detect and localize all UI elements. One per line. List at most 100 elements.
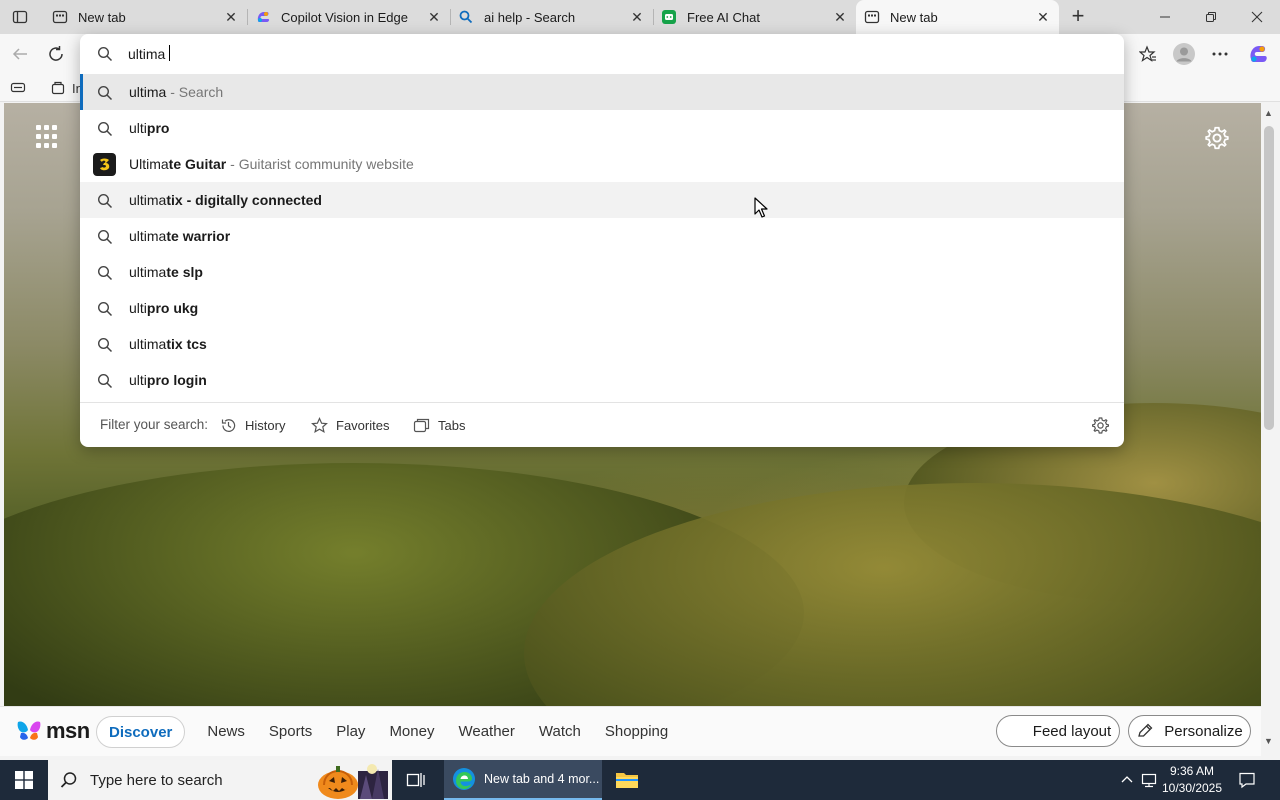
msn-butterfly-icon [17,721,41,740]
close-icon[interactable]: ✕ [221,7,241,27]
tab-4[interactable]: Free AI Chat ✕ [653,0,856,34]
back-button[interactable] [6,40,34,68]
tab-1[interactable]: New tab ✕ [44,0,247,34]
search-filter-row: Filter your search: History Favorites Ta… [80,402,1124,447]
suggestion-item[interactable]: ultima - Search [80,74,1124,110]
scrollbar-thumb[interactable] [1264,126,1274,430]
copilot-button[interactable] [1244,40,1272,68]
taskbar-edge-button[interactable]: New tab and 4 mor... [444,760,602,800]
suggestion-item[interactable]: ultimate warrior [80,218,1124,254]
tab-title: Copilot Vision in Edge [281,9,408,25]
copilot-icon [1250,46,1267,62]
tab-5-active[interactable]: New tab ✕ [856,0,1059,34]
close-icon[interactable]: ✕ [627,7,647,27]
minimize-button[interactable] [1142,0,1188,34]
suggestion-item-site[interactable]: Ultimate Guitar - Guitarist community we… [80,146,1124,182]
scroll-down-arrow-icon[interactable]: ▼ [1264,736,1273,746]
close-icon[interactable]: ✕ [830,7,850,27]
suggestion-text: ultima - Search [129,84,224,100]
notification-icon [1239,772,1255,789]
suggestion-item[interactable]: ultipro login [80,362,1124,398]
address-bar [80,34,1124,74]
network-button[interactable] [1140,760,1158,800]
more-dots-icon [1212,52,1228,56]
gear-icon[interactable] [1091,416,1110,435]
msn-tab-watch[interactable]: Watch [527,716,593,748]
settings-more-button[interactable] [1206,40,1234,68]
personalize-button[interactable]: Personalize [1128,715,1251,747]
search-icon [97,301,113,317]
tabs-icon [413,418,430,432]
restore-button[interactable] [1188,0,1234,34]
profile-button[interactable] [1170,40,1198,68]
suggestion-item[interactable]: ultimatix - digitally connected [80,182,1124,218]
tab-title: New tab [890,9,938,25]
search-icon [60,772,77,788]
screen: New tab ✕ Copilot Vision in Edge ✕ ai he… [0,0,1280,800]
sidebar-toggle-button[interactable] [4,74,32,102]
suggestion-text: ultipro ukg [129,300,199,316]
windows-taskbar: Type here to search New tab and 4 mor...… [0,760,1280,800]
favorites-bar-item[interactable] [44,74,72,102]
msn-tab-shopping[interactable]: Shopping [593,716,680,748]
msn-logo[interactable]: msn [16,718,90,744]
suggestion-item[interactable]: ultipro [80,110,1124,146]
start-button[interactable] [0,760,48,800]
star-icon [311,416,328,433]
edge-icon [453,768,475,790]
tab-3[interactable]: ai help - Search ✕ [450,0,653,34]
task-view-button[interactable] [400,760,432,800]
tab-title: ai help - Search [484,9,576,25]
plus-icon: + [1071,3,1085,28]
windows-logo-icon [15,771,33,789]
reading-icon [10,82,26,93]
suggestion-item[interactable]: ultimate slp [80,254,1124,290]
suggestion-text: Ultimate Guitar - Guitarist community we… [129,156,414,172]
msn-tab-money[interactable]: Money [377,716,446,748]
notifications-button[interactable] [1232,760,1262,800]
tab-title: Free AI Chat [687,9,760,25]
suggestion-text: ultimatix tcs [129,336,207,352]
msn-tab-weather[interactable]: Weather [446,716,526,748]
msn-wordmark: msn [46,718,90,743]
import-icon [51,81,65,95]
refresh-button[interactable] [42,40,70,68]
file-explorer-button[interactable] [612,760,642,800]
filter-tabs-button[interactable]: Tabs [413,414,465,436]
filter-favorites-label: Favorites [336,417,390,433]
msn-tab-discover[interactable]: Discover [96,716,186,748]
search-icon [97,229,113,245]
page-settings-gear-icon[interactable] [1204,125,1230,151]
taskbar-edge-label: New tab and 4 mor... [484,772,600,786]
folder-icon [616,773,638,788]
suggestion-item[interactable]: ultipro ukg [80,290,1124,326]
search-icon [97,121,113,137]
show-hidden-icons-button[interactable] [1118,760,1136,800]
msn-tab-sports[interactable]: Sports [257,716,324,748]
system-clock[interactable]: 9:36 AM 10/30/2025 [1158,763,1226,797]
msn-tab-news[interactable]: News [195,716,257,748]
restore-icon [1206,12,1216,22]
tab-actions-button[interactable] [8,5,32,29]
taskbar-search-placeholder: Type here to search [90,771,223,789]
task-view-icon [406,773,425,787]
suggestion-item[interactable]: ultimatix tcs [80,326,1124,362]
taskbar-search-box[interactable]: Type here to search [48,760,392,800]
feed-layout-button[interactable]: Feed layout [996,715,1120,747]
close-icon[interactable]: ✕ [424,7,444,27]
filter-tabs-label: Tabs [438,417,466,433]
favorites-button[interactable] [1134,40,1162,68]
close-icon[interactable]: ✕ [1033,7,1053,27]
close-window-button[interactable] [1234,0,1280,34]
feed-layout-label: Feed layout [1032,722,1112,740]
apps-launcher-icon[interactable] [36,125,60,149]
msn-tab-play[interactable]: Play [324,716,377,748]
tab-title: New tab [78,9,126,25]
new-tab-button[interactable]: + [1066,5,1090,29]
tab-2[interactable]: Copilot Vision in Edge ✕ [247,0,450,34]
scroll-up-arrow-icon[interactable]: ▲ [1264,108,1273,118]
msn-nav: Discover News Sports Play Money Weather … [96,716,680,748]
filter-history-button[interactable]: History [220,414,285,436]
filter-favorites-button[interactable]: Favorites [311,414,389,436]
address-input[interactable] [128,42,1108,66]
